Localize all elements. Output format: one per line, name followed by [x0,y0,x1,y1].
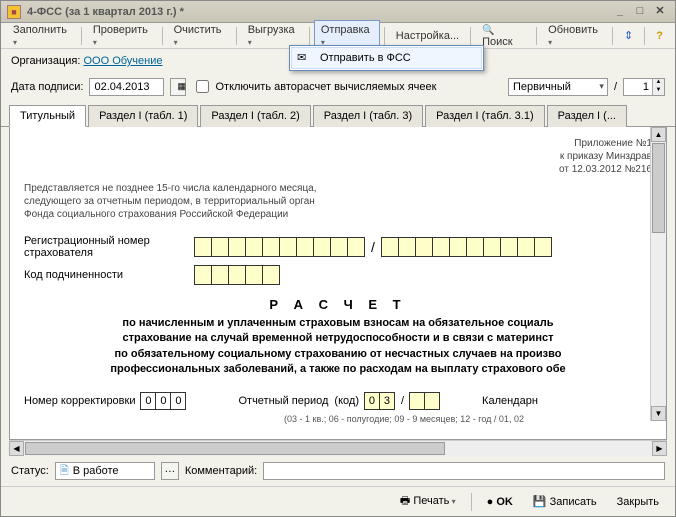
scroll-down-icon[interactable]: ▼ [651,406,666,421]
comment-label: Комментарий: [185,465,257,477]
intro-block: Представляется не позднее 15-го числа ка… [24,182,652,221]
correction-label: Номер корректировки [24,395,135,407]
period-hint: (03 - 1 кв.; 06 - полугодие; 09 - 9 меся… [284,414,652,424]
signdate-row: Дата подписи: ▦ Отключить авторасчет выч… [1,73,675,100]
regnum-row: Регистрационный номер страхователя / [24,235,652,259]
regnum-label: Регистрационный номер страхователя [24,235,194,259]
autorecalc-input[interactable] [196,80,209,93]
scroll-thumb-h[interactable] [25,442,445,455]
intro-line3: Фонда социального страхования Российской… [24,208,652,221]
send-fss-item[interactable]: ✉ Отправить в ФСС [291,47,482,69]
regnum-sep: / [365,239,381,255]
period-cells[interactable]: 0 3 [365,392,395,410]
spin-down[interactable]: ▼ [652,87,664,95]
close-window-button[interactable]: Закрыть [609,493,667,511]
intro-line1: Представляется не позднее 15-го числа ка… [24,182,652,195]
scrollbar-vertical[interactable]: ▲ ▼ [650,127,666,421]
clear-button[interactable]: Очистить [167,20,232,52]
num-value: 1 [624,81,652,93]
status-value: В работе [73,465,119,477]
status-row: Статус: 🗎 В работе … Комментарий: [1,456,675,486]
slash-label: / [614,81,617,93]
subcode-cells[interactable] [194,265,280,285]
autorecalc-checkbox[interactable]: Отключить авторасчет вычисляемых ячеек [192,77,436,96]
scrollbar-horizontal[interactable]: ◀ ▶ [9,440,667,456]
settings-button[interactable]: Настройка... [389,26,466,46]
signdate-label: Дата подписи: [11,81,83,93]
print-button[interactable]: Печать [392,489,464,514]
status-doc-icon: 🗎 [60,462,69,481]
correction-row: Номер корректировки 0 0 0 Отчетный перио… [24,392,652,410]
status-picker-button[interactable]: … [161,462,179,480]
scroll-right-icon[interactable]: ▶ [652,441,667,456]
status-label: Статус: [11,465,49,477]
send-fss-label: Отправить в ФСС [320,52,411,64]
type-select[interactable]: Первичный [508,78,608,96]
period-slash: / [401,395,404,407]
maximize-button[interactable]: □ [631,4,649,20]
period-label: Отчетный период [238,395,328,407]
date-picker-button[interactable]: ▦ [170,78,186,96]
minimize-button[interactable]: _ [611,4,629,20]
window-title: 4-ФСС (за 1 квартал 2013 г.) * [27,6,609,18]
help-icon[interactable]: ? [649,26,670,46]
tab-section1-t31[interactable]: Раздел I (табл. 3.1) [425,105,545,127]
annex-line3: от 12.03.2012 №216 [24,163,652,176]
type-value: Первичный [513,81,571,93]
period-extra-cells[interactable] [410,392,440,410]
annex-line2: к приказу Минздрав [24,150,652,163]
tab-section1-t1[interactable]: Раздел I (табл. 1) [88,105,198,127]
correction-cells[interactable]: 0 0 0 [141,392,186,410]
tab-section1-t2[interactable]: Раздел I (табл. 2) [200,105,310,127]
send-dropdown: ✉ Отправить в ФСС [289,45,484,71]
annex-block: Приложение №1 к приказу Минздрав от 12.0… [24,137,652,176]
subcode-label: Код подчиненности [24,269,194,281]
refresh-button[interactable]: Обновить [541,20,608,52]
calendar-label: Календарн [482,395,538,407]
org-label: Организация: [11,55,80,67]
tab-title-page[interactable]: Титульный [9,105,86,127]
tabs: Титульный Раздел I (табл. 1) Раздел I (т… [1,104,675,127]
intro-line2: следующего за отчетным периодом, в терри… [24,195,652,208]
tab-section1-more[interactable]: Раздел I (... [547,105,627,127]
comment-input[interactable] [263,462,665,480]
fill-button[interactable]: Заполнить [6,20,77,52]
ok-button[interactable]: ● OK [479,493,521,511]
scroll-left-icon[interactable]: ◀ [9,441,24,456]
form-title: Р А С Ч Е Т [24,297,652,312]
num-spinner[interactable]: 1 ▲ ▼ [623,78,665,96]
close-button[interactable]: ✕ [651,4,669,20]
form-area: Приложение №1 к приказу Минздрав от 12.0… [9,127,667,440]
app-icon: ■ [7,5,21,19]
autorecalc-label: Отключить авторасчет вычисляемых ячеек [215,81,436,93]
save-button[interactable]: 💾 Записать [525,492,605,511]
annex-line1: Приложение №1 [24,137,652,150]
status-input[interactable]: 🗎 В работе [55,462,155,480]
signdate-input[interactable] [89,78,164,96]
tab-section1-t3[interactable]: Раздел I (табл. 3) [313,105,423,127]
form-desc: по начисленным и уплаченным страховым вз… [24,316,652,378]
period-code-label: (код) [334,395,359,407]
scroll-up-icon[interactable]: ▲ [651,127,666,142]
scroll-thumb-v[interactable] [652,143,665,233]
regnum-cells-2[interactable] [381,237,552,257]
bottom-bar: Печать ● OK 💾 Записать Закрыть [1,486,675,516]
org-link[interactable]: ООО Обучение [83,55,162,67]
subcode-row: Код подчиненности [24,265,652,285]
check-button[interactable]: Проверить [86,20,158,52]
regnum-cells-1[interactable] [194,237,365,257]
spin-up[interactable]: ▲ [652,79,664,87]
send-icon: ✉ [297,51,313,65]
up-icon[interactable]: ⇕ [617,25,640,46]
